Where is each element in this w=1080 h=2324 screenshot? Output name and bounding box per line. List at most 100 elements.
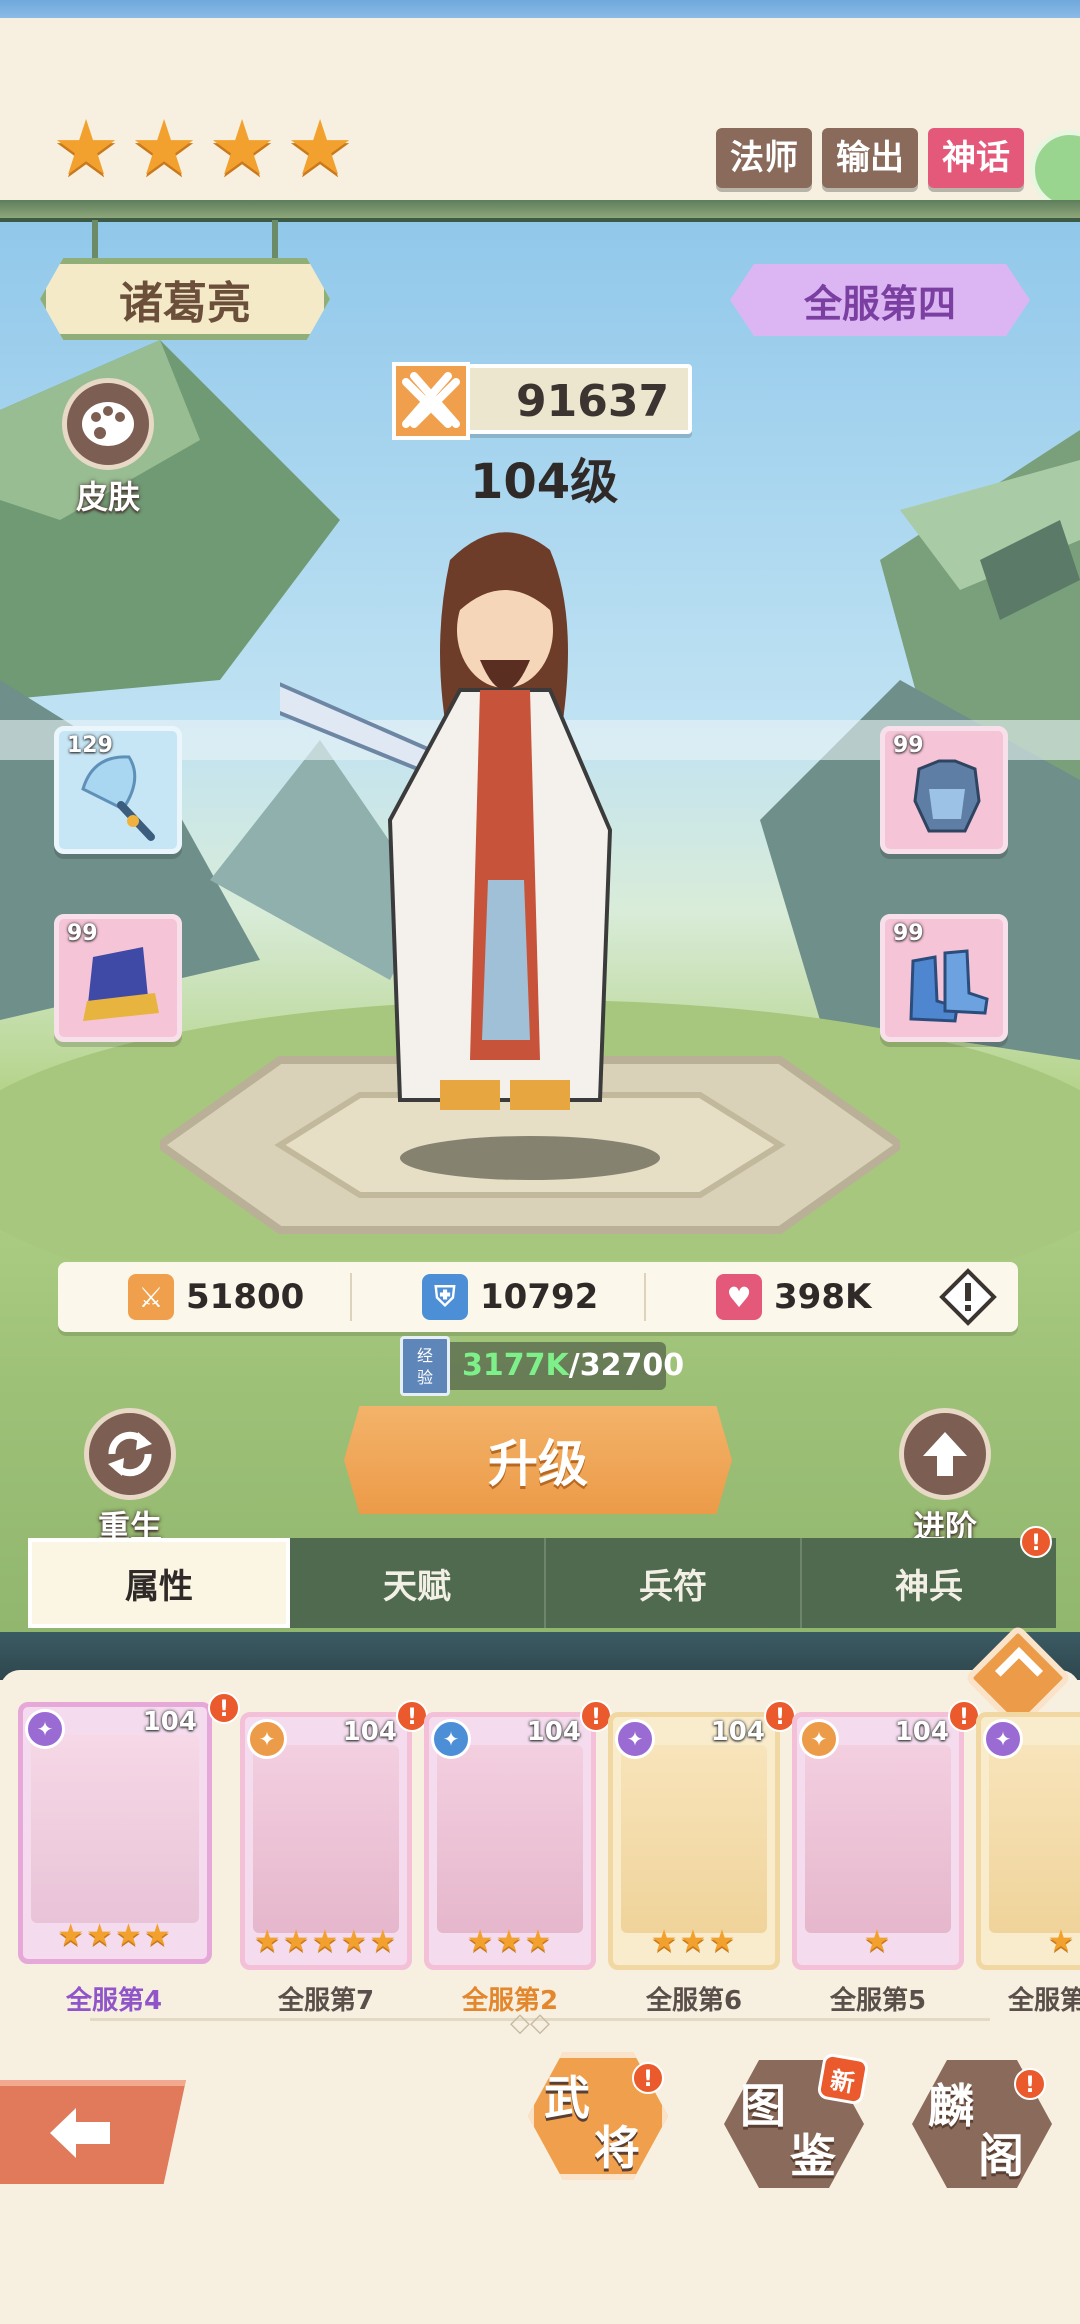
card-stars: ★★★★★ <box>253 1924 399 1959</box>
advance-button[interactable]: 进阶 <box>890 1408 1000 1548</box>
sword-icon: ⚔ <box>128 1274 174 1320</box>
hero-portrait <box>805 1745 951 1933</box>
card-level: 104 <box>526 1717 581 1747</box>
alert-badge: ! <box>632 2062 664 2094</box>
support-class-icon: ✦ <box>431 1719 471 1759</box>
alert-badge: ! <box>1020 1526 1052 1558</box>
star-icon: ★ <box>130 103 199 192</box>
fan-icon <box>81 755 155 841</box>
roster-card[interactable]: ✦ 104 ★★★ <box>608 1712 780 1970</box>
scene-rail <box>0 200 1080 222</box>
rebirth-icon <box>84 1408 176 1500</box>
divider-ornament: ◇◇ <box>510 2008 550 2038</box>
hero-detail-screen: ★ ★ ★ ★ 法师 输出 神话 诸葛亮 全服第四 91637 104级 皮肤 … <box>0 0 1080 2324</box>
roster-card[interactable]: ✦ 104 ★★★ <box>424 1712 596 1970</box>
hero-stars: ★ ★ ★ ★ <box>52 103 358 192</box>
nav-codex-label-2: 鉴 <box>790 2129 836 2183</box>
tab-talent[interactable]: 天赋 <box>290 1538 546 1628</box>
hero-portrait <box>437 1745 583 1933</box>
roster-card[interactable]: ✦ 104 ★★★★ <box>18 1702 212 1964</box>
mage-class-icon: ✦ <box>983 1719 1023 1759</box>
arrow-left-icon <box>50 2108 110 2158</box>
card-level: 104 <box>342 1717 397 1747</box>
roster-card[interactable]: ✦ 104 ★★★★★ <box>240 1712 412 1970</box>
stat-hp: ♥ 398K <box>646 1273 938 1321</box>
armor-icon <box>913 759 981 833</box>
equip-slot-weapon[interactable]: 129 <box>54 726 182 854</box>
roster-card[interactable]: ✦ ★ <box>976 1712 1080 1970</box>
card-rank: 全服第6 <box>645 1986 743 2016</box>
shield-icon: ⛨ <box>422 1274 468 1320</box>
skin-label: 皮肤 <box>75 478 140 516</box>
roster-card[interactable]: ✦ 104 ★ <box>792 1712 964 1970</box>
upgrade-button[interactable]: 升级 <box>344 1406 732 1514</box>
card-rank: 全服第4 <box>65 1986 163 2016</box>
attack-value: 51800 <box>186 1277 305 1317</box>
card-level: 104 <box>710 1717 765 1747</box>
tab-tally[interactable]: 兵符 <box>546 1538 802 1628</box>
star-icon: ★ <box>286 103 355 192</box>
card-stars: ★ <box>1047 1924 1077 1959</box>
nav-generals-label-2: 将 <box>594 2121 640 2175</box>
equip-slot-armor[interactable]: 99 <box>880 726 1008 854</box>
stat-bar: ⚔ 51800 ⛨ 10792 ♥ 398K <box>58 1262 1018 1332</box>
star-icon: ★ <box>52 103 121 192</box>
mage-class-icon: ✦ <box>25 1709 65 1749</box>
card-rank: 全服第 <box>1008 1986 1080 2016</box>
exp-bar: 经 验 3177K/32700 <box>400 1336 684 1396</box>
advance-arrow-icon <box>899 1408 991 1500</box>
card-stars: ★★★★ <box>57 1918 173 1953</box>
hero-portrait <box>621 1745 767 1933</box>
alert-badge: ! <box>208 1692 240 1724</box>
defense-value: 10792 <box>480 1277 599 1317</box>
hp-value: 398K <box>774 1277 872 1317</box>
tag-myth: 神话 <box>928 128 1024 188</box>
chat-icon[interactable] <box>1030 130 1080 210</box>
combat-power-value: 91637 <box>516 376 670 427</box>
tab-divine-weapon[interactable]: 神兵 ! <box>802 1526 1056 1628</box>
tag-damage: 输出 <box>822 128 918 188</box>
exp-icon-label: 经 <box>416 1346 433 1365</box>
palette-icon <box>62 378 154 470</box>
warrior-class-icon: ✦ <box>247 1719 287 1759</box>
tab-attributes[interactable]: 属性 <box>28 1538 290 1628</box>
hero-portrait <box>253 1745 399 1933</box>
mage-class-icon: ✦ <box>615 1719 655 1759</box>
equip-slot-helmet[interactable]: 99 <box>54 914 182 1042</box>
stat-attack: ⚔ 51800 <box>58 1273 352 1321</box>
card-stars: ★★★ <box>466 1924 554 1959</box>
nav-codex-label-1: 图 <box>740 2079 786 2133</box>
nav-codex-button[interactable]: 图 鉴 新 <box>724 2052 870 2188</box>
alert-badge: ! <box>1014 2068 1046 2100</box>
card-rank: 全服第7 <box>277 1986 375 2016</box>
card-stars: ★★★ <box>650 1924 738 1959</box>
nav-generals-label-1: 武 <box>544 2071 590 2125</box>
hat-icon <box>83 947 159 1021</box>
hero-tags: 法师 输出 神话 <box>716 128 1024 188</box>
heart-icon: ♥ <box>716 1274 762 1320</box>
new-badge: 新 <box>816 2052 870 2106</box>
exp-current: 3177K <box>462 1348 569 1383</box>
card-rank: 全服第5 <box>829 1986 927 2016</box>
boots-icon <box>909 949 989 1023</box>
hero-name-banner: 诸葛亮 <box>40 258 330 340</box>
hero-roster: ✦ 104 ★★★★ ! 全服第4 ✦ 104 ★★★★★ ! 全服第7 ✦ 1… <box>18 1692 1080 2016</box>
exp-book-icon: 经 验 <box>400 1336 450 1396</box>
nav-kylin-button[interactable]: 麟 阁 ! <box>912 2060 1052 2188</box>
nav-generals-button[interactable]: 武 将 ! <box>528 2052 668 2180</box>
detail-tabs: 属性 天赋 兵符 神兵 ! <box>28 1526 1056 1628</box>
panel-top <box>0 1670 1080 1690</box>
nav-kylin-label-2: 阁 <box>978 2129 1024 2183</box>
hero-portrait <box>989 1745 1080 1933</box>
skin-button[interactable]: 皮肤 <box>58 378 158 518</box>
rebirth-button[interactable]: 重生 <box>80 1408 180 1548</box>
status-strip <box>0 0 1080 18</box>
nav-kylin-label-1: 麟 <box>928 2079 974 2133</box>
info-icon[interactable] <box>938 1267 998 1327</box>
server-rank-banner[interactable]: 全服第四 <box>730 264 1030 336</box>
crossed-swords-icon <box>392 362 470 440</box>
equip-slot-boots[interactable]: 99 <box>880 914 1008 1042</box>
star-icon: ★ <box>208 103 277 192</box>
warrior-class-icon: ✦ <box>799 1719 839 1759</box>
hero-portrait <box>31 1735 199 1923</box>
